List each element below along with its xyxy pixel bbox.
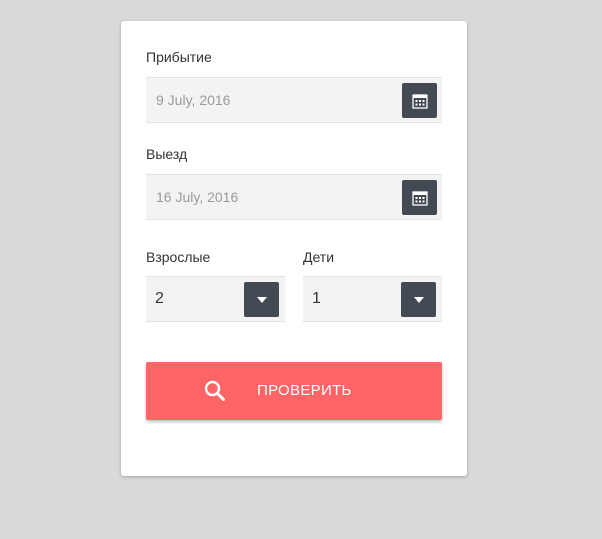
- adults-label: Взрослые: [146, 249, 211, 265]
- booking-form-card: Прибытие 9 July, 2016 Выезд 16 July, 201…: [121, 21, 467, 476]
- departure-date-value: 16 July, 2016: [156, 189, 239, 205]
- adults-value: 2: [155, 290, 164, 307]
- caret-down-icon: [413, 296, 424, 303]
- departure-calendar-button[interactable]: [402, 180, 437, 215]
- children-dropdown-button[interactable]: [401, 282, 436, 317]
- arrival-date-value: 9 July, 2016: [156, 92, 231, 108]
- adults-dropdown-button[interactable]: [244, 282, 279, 317]
- arrival-calendar-button[interactable]: [402, 83, 437, 118]
- departure-label: Выезд: [146, 146, 188, 162]
- children-select[interactable]: 1: [303, 276, 442, 322]
- calendar-icon: [411, 190, 428, 206]
- arrival-label: Прибытие: [146, 49, 212, 65]
- children-value: 1: [312, 290, 321, 307]
- caret-down-icon: [256, 296, 267, 303]
- check-button-label: ПРОВЕРИТЬ: [257, 382, 352, 399]
- adults-select[interactable]: 2: [146, 276, 285, 322]
- check-availability-button[interactable]: ПРОВЕРИТЬ: [146, 362, 442, 420]
- calendar-icon: [411, 93, 428, 109]
- search-icon: [204, 380, 225, 401]
- children-label: Дети: [303, 249, 335, 265]
- arrival-date-field[interactable]: 9 July, 2016: [146, 77, 442, 123]
- departure-date-field[interactable]: 16 July, 2016: [146, 174, 442, 220]
